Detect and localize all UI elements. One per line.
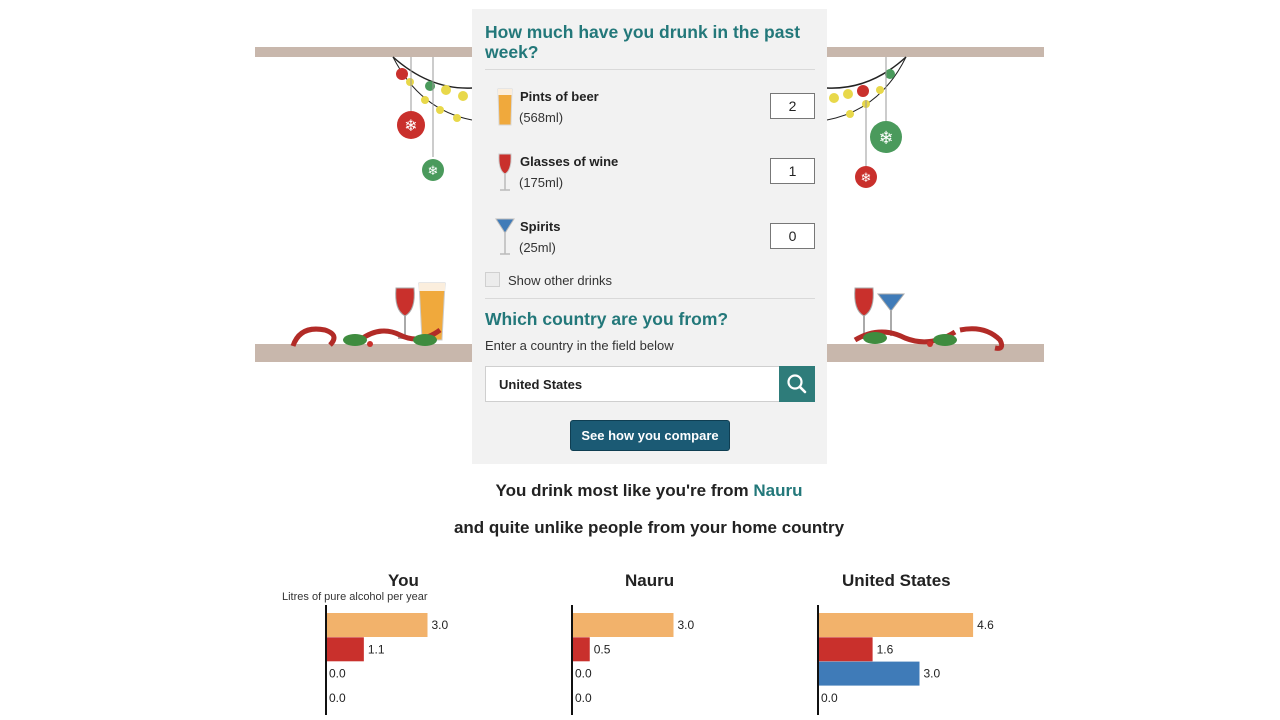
chart-axis-label: Litres of pure alcohol per year xyxy=(282,591,428,603)
drink-volume: (25ml) xyxy=(519,240,556,255)
drink-volume: (568ml) xyxy=(519,110,564,125)
svg-text:❄: ❄ xyxy=(878,128,893,149)
bar-value-label: 0.0 xyxy=(821,691,838,705)
bar-chart-united-states: 4.6 1.6 3.0 0.0 xyxy=(817,605,994,715)
drink-row-spirits: Spirits (25ml) xyxy=(485,217,815,263)
spirits-quantity-input[interactable] xyxy=(770,223,815,249)
bar-wine xyxy=(327,637,364,662)
see-how-you-compare-button[interactable]: See how you compare xyxy=(570,420,730,451)
bar-beer xyxy=(573,613,674,637)
bar-value-label: 0.0 xyxy=(329,667,346,681)
bar-value-label: 3.0 xyxy=(924,667,941,681)
string-lights-right-icon xyxy=(826,56,907,121)
bar-value-label: 0.0 xyxy=(575,667,592,681)
bottom-shelf-right xyxy=(827,344,1044,362)
svg-text:❄: ❄ xyxy=(404,116,417,135)
divider xyxy=(485,69,815,70)
bar-value-label: 0.0 xyxy=(329,691,346,705)
bar-value-label: 0.0 xyxy=(575,691,592,705)
bar-value-label: 4.6 xyxy=(977,618,994,632)
show-other-drinks-checkbox[interactable] xyxy=(485,272,500,287)
bar-value-label: 0.5 xyxy=(594,642,611,656)
ornaments-right-icon: ❄ ❄ xyxy=(855,57,902,188)
bar-spirits xyxy=(819,661,920,686)
shelf-glasses-right-icon xyxy=(854,287,906,339)
beer-glass-icon xyxy=(497,88,513,126)
bar-beer xyxy=(819,613,974,637)
beer-quantity-input[interactable] xyxy=(770,93,815,119)
bar-chart-nauru: 3.00.50.00.0 xyxy=(571,605,695,715)
wine-quantity-input[interactable] xyxy=(770,158,815,184)
show-other-drinks-label: Show other drinks xyxy=(508,273,613,288)
bar-value-label: 1.6 xyxy=(877,642,894,656)
top-shelf-left xyxy=(255,47,472,57)
chart-title: Nauru xyxy=(625,571,675,590)
result-prefix: You drink most like you're from xyxy=(495,481,754,500)
martini-glass-icon xyxy=(495,218,515,255)
top-shelf-right xyxy=(827,47,1044,57)
bar-chart-you: 3.0 1.1 0.0 0.0 xyxy=(325,605,449,715)
result-subline: and quite unlike people from your home c… xyxy=(453,518,845,537)
string-lights-left-icon xyxy=(392,56,473,122)
chart-united-states: United States 4.6 1.6 3.0 0.0 xyxy=(814,570,1054,720)
bar-value-label: 3.0 xyxy=(432,618,449,632)
search-button[interactable] xyxy=(779,366,815,402)
search-icon xyxy=(787,374,807,394)
drink-name: Spirits xyxy=(520,219,561,234)
bar-wine xyxy=(573,637,590,662)
svg-text:❄: ❄ xyxy=(428,164,439,179)
ornaments-left-icon: ❄ ❄ xyxy=(397,57,444,181)
quiz-title: How much have you drunk in the past week… xyxy=(485,22,801,62)
country-search-input[interactable] xyxy=(485,366,780,402)
country-section-title: Which country are you from? xyxy=(485,309,729,329)
country-instructions: Enter a country in the field below xyxy=(485,338,674,353)
drink-name: Glasses of wine xyxy=(520,154,619,169)
drink-name: Pints of beer xyxy=(520,89,599,104)
divider xyxy=(485,298,815,299)
chart-nauru: Nauru 3.0 0.5 0.0 0.0 xyxy=(568,570,808,720)
drink-quiz-panel: How much have you drunk in the past week… xyxy=(472,9,827,464)
bar-value-label: 3.0 xyxy=(678,618,695,632)
drink-row-beer: Pints of beer (568ml) xyxy=(485,87,815,133)
svg-text:❄: ❄ xyxy=(861,171,872,186)
drink-volume: (175ml) xyxy=(519,175,564,190)
chart-title: You xyxy=(388,571,419,590)
drink-row-wine: Glasses of wine (175ml) xyxy=(485,152,815,198)
wine-glass-icon xyxy=(498,153,512,191)
matched-country: Nauru xyxy=(753,481,803,500)
shelf-glasses-left-icon xyxy=(395,282,446,341)
bottom-shelf-left xyxy=(255,344,472,362)
bar-beer xyxy=(327,613,428,637)
bar-wine xyxy=(819,637,873,662)
bar-value-label: 1.1 xyxy=(368,642,385,656)
chart-title: United States xyxy=(842,571,951,590)
result-headline: You drink most like you're from Nauru xyxy=(0,481,1280,501)
